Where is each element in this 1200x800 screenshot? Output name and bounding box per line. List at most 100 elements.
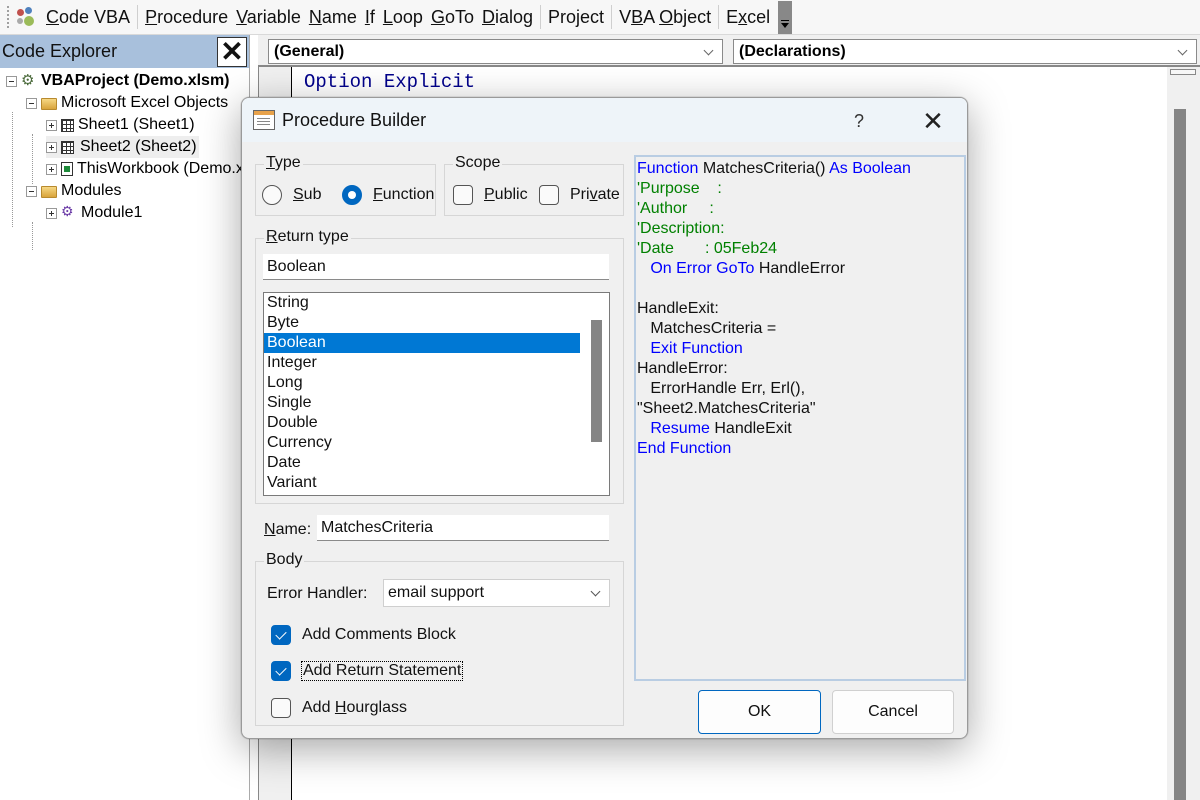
sub-radio[interactable]: Sub [262, 185, 321, 205]
checkbox-checked[interactable] [271, 625, 291, 645]
ok-button[interactable]: OK [698, 690, 821, 734]
tree-item-vbaproject[interactable]: VBAProject (Demo.xlsm) [6, 70, 230, 92]
sub-radio-label: Sub [293, 186, 322, 203]
preview-code-line [637, 279, 963, 299]
cancel-button-label: Cancel [868, 703, 918, 720]
code-editor[interactable]: Option Explicit [304, 71, 475, 93]
chevron-down-icon [703, 45, 714, 56]
worksheet-icon [61, 118, 74, 132]
error-handler-dropdown[interactable]: email support [383, 579, 610, 607]
tree-item-microsoft[interactable]: Microsoft Excel Objects [26, 92, 228, 114]
object-combo-value: (General) [274, 42, 345, 60]
type-group-legend: Type [264, 154, 303, 172]
add-return-statement-checkbox[interactable]: Add Return Statement [271, 661, 464, 681]
code-line: Option Explicit [304, 71, 476, 93]
scrollbar-thumb[interactable] [1174, 109, 1186, 800]
radio-button-selected[interactable] [342, 185, 362, 205]
toolbar-item-variable[interactable]: Variable [232, 7, 305, 28]
toolbar-item-goto[interactable]: GoTo [427, 7, 478, 28]
return-type-list[interactable]: String Byte Boolean Integer Long Single Double… [263, 292, 610, 496]
add-hourglass-checkbox[interactable]: Add Hourglass [271, 698, 407, 718]
toolbar-item-name[interactable]: Name [305, 7, 361, 28]
procedure-combo[interactable]: (Declarations) [733, 39, 1197, 64]
collapse-icon[interactable] [6, 75, 17, 87]
preview-code-line: Resume HandleExit [650, 420, 792, 437]
expand-icon[interactable] [46, 163, 57, 175]
toolbar-item-if[interactable]: If [361, 7, 379, 28]
preview-code-line: Exit Function [650, 340, 743, 357]
tree-item-module1[interactable]: Module1 [46, 202, 142, 224]
tree-item-thisworkbook[interactable]: ThisWorkbook (Demo.xlsm) [46, 158, 274, 180]
code-explorer-header: Code Explorer ✕ [0, 35, 249, 68]
object-combo[interactable]: (General) [268, 39, 723, 64]
workbook-icon [61, 162, 73, 176]
expand-icon[interactable] [46, 207, 57, 219]
return-type-option[interactable]: Boolean [264, 333, 580, 353]
collapse-icon[interactable] [26, 185, 37, 197]
function-radio[interactable]: Function [342, 185, 434, 205]
expand-icon[interactable] [46, 141, 57, 153]
return-type-option[interactable]: Currency [264, 433, 580, 453]
chevron-down-icon [590, 586, 601, 597]
procedure-combo-value: (Declarations) [739, 42, 846, 60]
return-type-input[interactable]: Boolean [263, 254, 609, 280]
procedure-builder-dialog: Procedure Builder ? ✕ Type Sub Function … [241, 97, 968, 739]
function-radio-label: Function [373, 186, 435, 203]
return-type-option[interactable]: Byte [264, 313, 580, 333]
return-type-option[interactable]: String [264, 293, 580, 313]
close-icon: ✕ [220, 35, 244, 67]
radio-button[interactable] [262, 185, 282, 205]
toolbar-item-procedure[interactable]: Procedure [141, 7, 232, 28]
collapse-icon[interactable] [26, 97, 37, 109]
code-explorer-close-button[interactable]: ✕ [217, 35, 247, 67]
toolbar-item-vba[interactable]: VBA [615, 7, 659, 28]
checkbox[interactable] [453, 185, 473, 205]
codevba-toolbar: Code VBA Procedure Variable Name If Loop GoTo D… [0, 0, 1200, 35]
return-type-option[interactable]: Variant [264, 473, 580, 493]
return-type-option[interactable]: Date [264, 453, 580, 473]
toolbar-item-dialog[interactable]: Dialog [478, 7, 537, 28]
folder-icon [41, 98, 57, 110]
checkbox-checked[interactable] [271, 661, 291, 681]
tree-item-label: Modules [61, 182, 122, 199]
return-type-option[interactable]: Integer [264, 353, 580, 373]
error-handler-value: email support [388, 584, 485, 601]
toolbar-item-code-vba[interactable]: Code VBA [42, 7, 134, 28]
code-vertical-scrollbar[interactable] [1167, 67, 1200, 800]
preview-code-line: HandleError: [637, 360, 728, 377]
toolbar-overflow-icon[interactable] [778, 0, 793, 34]
tree-item-modules[interactable]: Modules [26, 180, 121, 202]
preview-code-line: 'Date : 05Feb24 [637, 240, 778, 257]
procedure-name-input[interactable]: MatchesCriteria [317, 515, 609, 541]
toolbar-item-project[interactable]: Project [544, 7, 608, 28]
checkbox[interactable] [539, 185, 559, 205]
public-checkbox[interactable]: Public [453, 185, 528, 205]
expand-icon[interactable] [46, 119, 57, 131]
preview-code-line: 'Purpose : [637, 180, 722, 197]
toolbar-separator [540, 5, 542, 29]
folder-icon [41, 186, 57, 198]
return-type-option[interactable]: Long [264, 373, 580, 393]
toolbar-item-loop[interactable]: Loop [379, 7, 427, 28]
toolbar-item-excel[interactable]: Excel [722, 7, 774, 28]
cancel-button[interactable]: Cancel [832, 690, 954, 734]
toolbar-separator [137, 5, 139, 29]
toolbar-grip-handle[interactable] [6, 5, 10, 29]
return-type-option[interactable]: Double [264, 413, 580, 433]
dialog-close-button[interactable]: ✕ [916, 106, 950, 136]
return-type-option[interactable]: Single [264, 393, 580, 413]
tree-item-sheet1[interactable]: Sheet1 (Sheet1) [46, 114, 195, 136]
help-button[interactable]: ? [844, 106, 874, 136]
add-comments-block-checkbox[interactable]: Add Comments Block [271, 625, 456, 645]
list-scrollbar-thumb[interactable] [591, 320, 602, 442]
checkbox[interactable] [271, 698, 291, 718]
code-preview: Function MatchesCriteria() As Boolean 'Pu… [634, 155, 966, 681]
scope-group: Scope Public Private [444, 154, 624, 216]
tree-item-sheet2[interactable]: Sheet2 (Sheet2) [46, 136, 199, 158]
return-type-legend: Return type [264, 228, 351, 246]
toolbar-item-object[interactable]: Object [659, 7, 715, 28]
private-checkbox[interactable]: Private [539, 185, 620, 205]
tree-item-label: Module1 [81, 204, 143, 221]
tree-item-label: Microsoft Excel Objects [61, 94, 229, 111]
split-bar[interactable] [1170, 69, 1196, 75]
